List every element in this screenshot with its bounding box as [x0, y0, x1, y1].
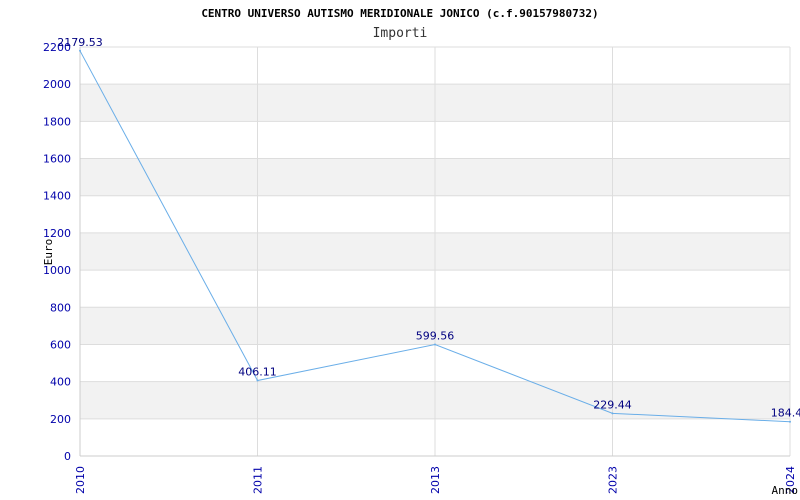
- chart-title: CENTRO UNIVERSO AUTISMO MERIDIONALE JONI…: [201, 7, 598, 20]
- y-tick-label: 1200: [43, 227, 71, 240]
- data-point: [256, 379, 259, 382]
- y-tick-label: 1800: [43, 115, 71, 128]
- data-label: 599.56: [416, 330, 455, 343]
- y-tick-label: 2000: [43, 78, 71, 91]
- data-point: [434, 343, 436, 346]
- data-label: 406.11: [238, 366, 277, 379]
- y-axis-label: Euro: [42, 239, 55, 266]
- x-axis-ticks: 2010 2011 2013 2023 2024: [74, 466, 797, 494]
- data-label: 229.44: [593, 398, 632, 411]
- x-tick-label: 2013: [429, 466, 442, 494]
- y-tick-label: 800: [50, 301, 71, 314]
- y-tick-label: 1400: [43, 190, 71, 203]
- y-tick-label: 0: [64, 450, 71, 463]
- y-tick-label: 200: [50, 413, 71, 426]
- y-tick-label: 400: [50, 376, 71, 389]
- x-axis-label: Anno: [772, 484, 799, 497]
- x-tick-label: 2010: [74, 466, 87, 494]
- y-tick-label: 1600: [43, 153, 71, 166]
- y-tick-label: 600: [50, 338, 71, 351]
- data-point: [611, 412, 614, 415]
- x-tick-label: 2023: [607, 466, 620, 494]
- data-label: 184.40: [771, 407, 800, 420]
- x-tick-label: 2011: [252, 466, 265, 494]
- data-label: 2179.53: [57, 36, 103, 49]
- data-point: [789, 420, 791, 423]
- chart-subtitle: Importi: [373, 26, 428, 41]
- line-chart: 0200400600800100012001400160018002000220…: [42, 7, 800, 497]
- data-point: [79, 49, 81, 52]
